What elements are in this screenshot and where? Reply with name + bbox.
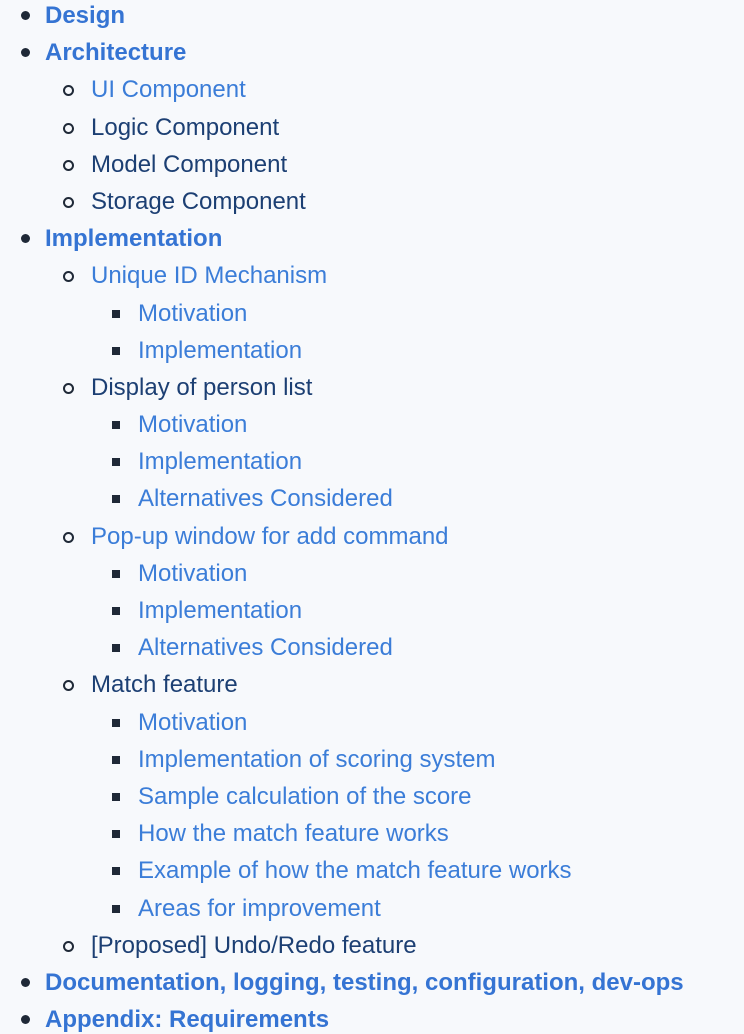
toc-link-dpl-motivation[interactable]: Motivation <box>138 406 247 443</box>
bullet-circle-icon <box>63 531 74 543</box>
bullet-square-icon <box>112 421 120 430</box>
toc-item-undo-redo: [Proposed] Undo/Redo feature <box>0 927 744 964</box>
bullet-square-icon <box>112 458 120 467</box>
bullet-circle-icon <box>63 122 74 134</box>
bullet-disc-icon <box>21 234 30 244</box>
toc-text-storage-component: Storage Component <box>91 187 306 215</box>
toc-item-display-person-list: Display of person list <box>0 369 744 406</box>
toc-text-match-feature: Match feature <box>91 671 238 699</box>
toc-link-mf-example[interactable]: Example of how the match feature works <box>138 852 572 889</box>
bullet-square-icon <box>112 644 120 653</box>
toc-item-mf-example: Example of how the match feature works <box>0 852 744 889</box>
toc-link-mf-motivation[interactable]: Motivation <box>138 704 247 741</box>
toc-item-mf-how: How the match feature works <box>0 815 744 852</box>
bullet-circle-icon <box>63 271 74 283</box>
toc-item-ui-component: UI Component <box>0 71 744 108</box>
bullet-disc-icon <box>21 1015 30 1025</box>
bullet-disc-icon <box>21 11 30 20</box>
bullet-circle-icon <box>63 85 74 97</box>
toc-text-logic-component: Logic Component <box>91 113 280 141</box>
bullet-square-icon <box>112 718 120 727</box>
toc-item-mf-scoring: Implementation of scoring system <box>0 741 744 778</box>
toc-link-documentation[interactable]: Documentation, logging, testing, configu… <box>45 964 684 1001</box>
toc-item-logic-component: Logic Component <box>0 109 744 146</box>
toc-link-ui-component[interactable]: UI Component <box>91 71 246 108</box>
bullet-square-icon <box>112 830 120 839</box>
toc-item-mf-motivation: Motivation <box>0 704 744 741</box>
toc-link-mf-areas[interactable]: Areas for improvement <box>138 890 381 927</box>
toc-item-uid-motivation: Motivation <box>0 295 744 332</box>
toc-text-model-component: Model Component <box>91 150 288 178</box>
toc-item-dpl-implementation: Implementation <box>0 443 744 480</box>
toc-item-dpl-alternatives: Alternatives Considered <box>0 480 744 517</box>
table-of-contents: Design Architecture UI Component Logic C… <box>0 0 744 1034</box>
toc-link-architecture[interactable]: Architecture <box>45 34 186 71</box>
toc-item-unique-id-mechanism: Unique ID Mechanism <box>0 257 744 294</box>
toc-item-pw-implementation: Implementation <box>0 592 744 629</box>
bullet-square-icon <box>112 495 120 504</box>
toc-item-storage-component: Storage Component <box>0 183 744 220</box>
toc-link-uid-implementation[interactable]: Implementation <box>138 332 302 369</box>
toc-item-architecture: Architecture <box>0 34 744 71</box>
bullet-disc-icon <box>21 977 30 987</box>
bullet-square-icon <box>112 569 120 578</box>
bullet-disc-icon <box>21 48 30 58</box>
bullet-square-icon <box>112 755 120 764</box>
bullet-circle-icon <box>63 196 74 208</box>
bullet-circle-icon <box>63 940 74 952</box>
toc-link-unique-id-mechanism[interactable]: Unique ID Mechanism <box>91 257 327 294</box>
bullet-square-icon <box>112 904 120 913</box>
toc-link-mf-how[interactable]: How the match feature works <box>138 815 449 852</box>
toc-link-appendix[interactable]: Appendix: Requirements <box>45 1001 329 1034</box>
bullet-square-icon <box>112 346 120 355</box>
toc-link-design[interactable]: Design <box>45 0 125 34</box>
toc-text-undo-redo: [Proposed] Undo/Redo feature <box>91 931 417 959</box>
bullet-circle-icon <box>63 159 74 171</box>
toc-item-uid-implementation: Implementation <box>0 332 744 369</box>
toc-item-design: Design <box>0 0 744 34</box>
toc-item-documentation: Documentation, logging, testing, configu… <box>0 964 744 1001</box>
toc-item-pw-alternatives: Alternatives Considered <box>0 629 744 666</box>
toc-link-implementation[interactable]: Implementation <box>45 220 222 257</box>
toc-link-dpl-alternatives[interactable]: Alternatives Considered <box>138 480 393 517</box>
toc-link-pw-implementation[interactable]: Implementation <box>138 592 302 629</box>
bullet-circle-icon <box>63 680 74 692</box>
bullet-square-icon <box>112 607 120 615</box>
toc-item-appendix: Appendix: Requirements <box>0 1001 744 1034</box>
bullet-circle-icon <box>63 382 74 394</box>
toc-link-pw-motivation[interactable]: Motivation <box>138 555 247 592</box>
bullet-square-icon <box>112 867 120 876</box>
toc-item-mf-sample: Sample calculation of the score <box>0 778 744 815</box>
toc-item-pw-motivation: Motivation <box>0 555 744 592</box>
toc-link-popup-window[interactable]: Pop-up window for add command <box>91 518 449 555</box>
toc-item-match-feature: Match feature <box>0 666 744 703</box>
toc-link-pw-alternatives[interactable]: Alternatives Considered <box>138 629 393 666</box>
toc-item-popup-window: Pop-up window for add command <box>0 518 744 555</box>
toc-link-mf-scoring[interactable]: Implementation of scoring system <box>138 741 495 778</box>
toc-link-dpl-implementation[interactable]: Implementation <box>138 443 302 480</box>
toc-link-uid-motivation[interactable]: Motivation <box>138 295 247 332</box>
toc-text-display-person-list: Display of person list <box>91 373 313 401</box>
toc-item-implementation: Implementation <box>0 220 744 257</box>
toc-item-mf-areas: Areas for improvement <box>0 890 744 927</box>
bullet-square-icon <box>112 792 120 801</box>
bullet-square-icon <box>112 309 120 318</box>
toc-item-model-component: Model Component <box>0 146 744 183</box>
toc-link-mf-sample[interactable]: Sample calculation of the score <box>138 778 472 815</box>
toc-item-dpl-motivation: Motivation <box>0 406 744 443</box>
